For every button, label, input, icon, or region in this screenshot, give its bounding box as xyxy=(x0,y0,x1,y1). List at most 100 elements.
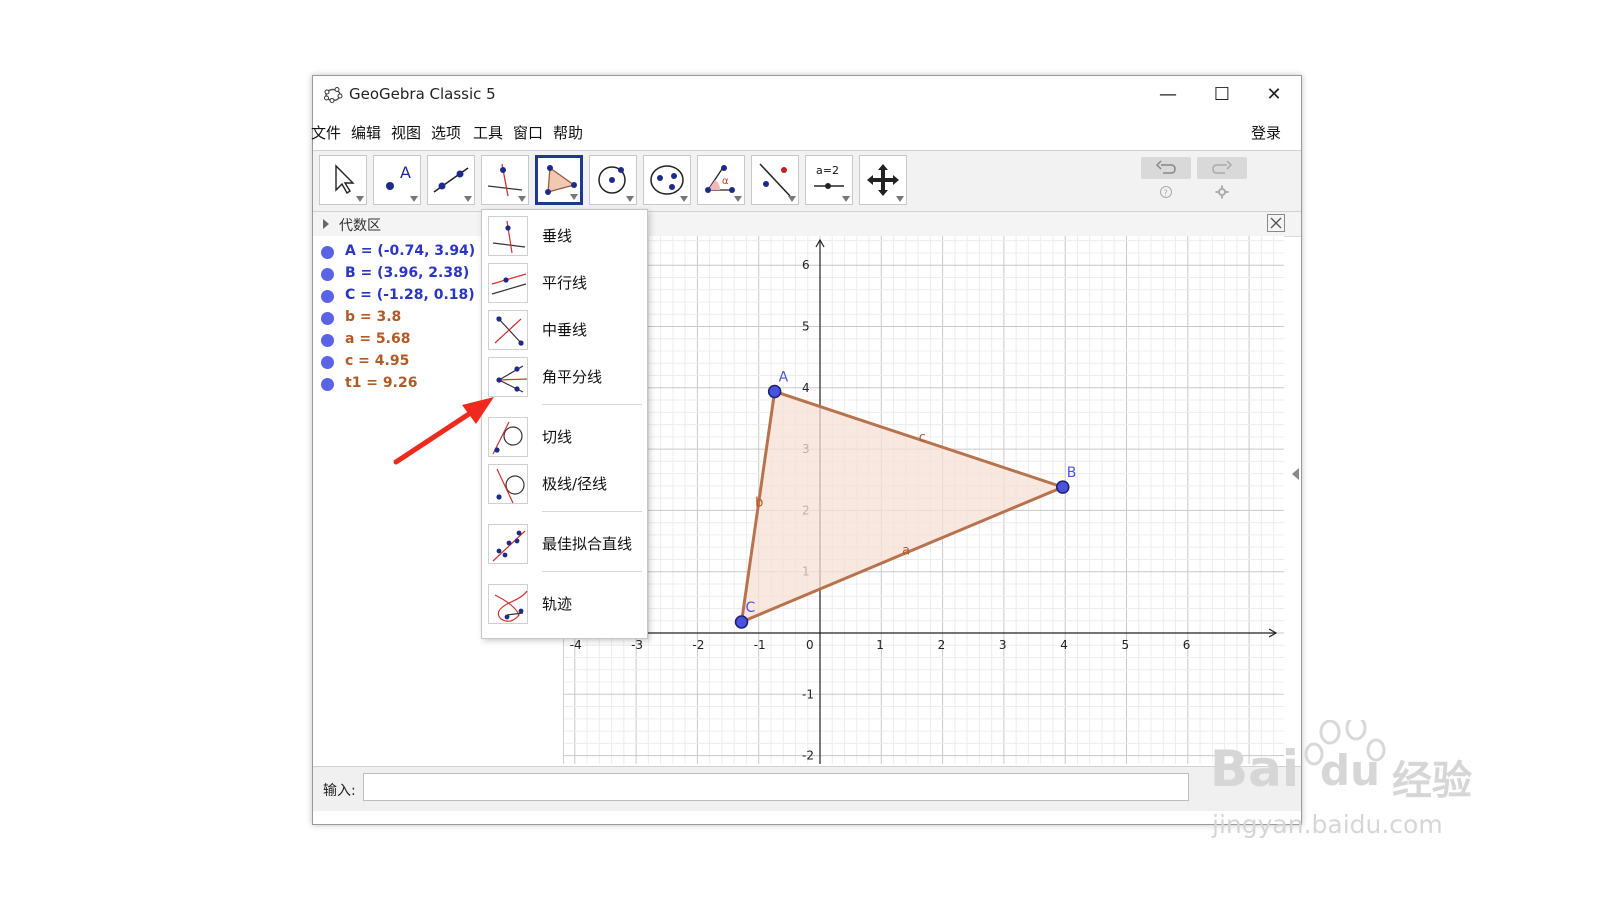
segment-label: a xyxy=(902,544,910,559)
algebra-item-text: t1 = 9.26 xyxy=(345,375,418,391)
dropdown-item[interactable]: 中垂线 xyxy=(482,306,647,352)
x-tick-label: -3 xyxy=(631,638,643,652)
algebra-item-text: A = (-0.74, 3.94) xyxy=(345,243,476,259)
maximize-button[interactable]: ☐ xyxy=(1199,80,1245,110)
tool-move-graphics[interactable] xyxy=(859,155,907,205)
tool-perpendicular[interactable] xyxy=(481,155,529,205)
x-tick-label: -2 xyxy=(692,638,704,652)
dropdown-item[interactable]: 角平分线 xyxy=(482,353,647,399)
visibility-toggle-icon[interactable] xyxy=(321,312,334,325)
dropdown-item-label: 切线 xyxy=(542,428,573,446)
svg-text:?: ? xyxy=(1164,189,1168,198)
menu-window[interactable]: 窗口 xyxy=(513,122,543,143)
point-A[interactable] xyxy=(767,384,782,399)
triangle-polygon xyxy=(739,389,1068,625)
title-bar: GeoGebra Classic 5 — ☐ ✕ xyxy=(313,76,1301,114)
visibility-toggle-icon[interactable] xyxy=(321,290,334,303)
toolbar: A α a=2 ? xyxy=(313,150,1301,212)
menu-tools[interactable]: 工具 xyxy=(473,122,503,143)
graphics-canvas[interactable]: -4-3-2-10123456-2-1123456abcABC xyxy=(564,236,1284,764)
x-tick-label: 0 xyxy=(806,638,814,652)
tool-point[interactable]: A xyxy=(373,155,421,205)
segment-label: b xyxy=(755,496,763,511)
angle-bisector-icon xyxy=(488,357,528,397)
help-icon[interactable]: ? xyxy=(1159,185,1173,199)
dropdown-item-label: 最佳拟合直线 xyxy=(542,535,633,553)
visibility-toggle-icon[interactable] xyxy=(321,334,334,347)
tool-polygon[interactable] xyxy=(535,155,583,205)
gear-icon[interactable] xyxy=(1215,185,1229,199)
algebra-item-text: B = (3.96, 2.38) xyxy=(345,265,470,281)
y-tick-label: 6 xyxy=(802,258,810,272)
redo-button[interactable] xyxy=(1197,157,1247,179)
dropdown-item[interactable]: 轨迹 xyxy=(482,580,647,626)
x-tick-label: 5 xyxy=(1122,638,1130,652)
y-tick-label: 5 xyxy=(802,320,810,334)
input-label: 输入: xyxy=(323,783,356,799)
close-button[interactable]: ✕ xyxy=(1251,80,1297,110)
menu-view[interactable]: 视图 xyxy=(391,122,421,143)
tool-reflect[interactable] xyxy=(751,155,799,205)
close-icon xyxy=(1270,217,1282,229)
polar-line-icon xyxy=(488,464,528,504)
undo-button[interactable] xyxy=(1141,157,1191,179)
algebra-view-header: 代数区 xyxy=(313,212,1301,237)
tool-line[interactable] xyxy=(427,155,475,205)
line-tools-dropdown: 垂线平行线 中垂线角平分线切线极线/径线最佳拟合直线 轨迹 xyxy=(481,209,648,639)
menu-help[interactable]: 帮助 xyxy=(553,122,583,143)
input-field[interactable] xyxy=(363,773,1189,801)
tool-move[interactable] xyxy=(319,155,367,205)
menu-edit[interactable]: 编辑 xyxy=(351,122,381,143)
tool-slider[interactable]: a=2 xyxy=(805,155,853,205)
minimize-button[interactable]: — xyxy=(1145,80,1191,110)
side-panel-toggle-icon[interactable] xyxy=(1292,468,1299,480)
dropdown-separator xyxy=(542,404,642,405)
point-B[interactable] xyxy=(1055,480,1070,494)
tool-circle[interactable] xyxy=(589,155,637,205)
dropdown-item-label: 轨迹 xyxy=(542,595,573,613)
dropdown-item[interactable]: 最佳拟合直线 xyxy=(482,520,647,566)
close-view-button[interactable] xyxy=(1267,214,1285,232)
tool-ellipse[interactable] xyxy=(643,155,691,205)
locus-icon xyxy=(488,584,528,624)
login-link[interactable]: 登录 xyxy=(1251,122,1281,143)
input-bar: 输入: xyxy=(313,766,1301,811)
y-tick-label: -2 xyxy=(802,749,814,763)
best-fit-line-icon xyxy=(488,524,528,564)
dropdown-item-label: 角平分线 xyxy=(542,368,603,386)
window-title: GeoGebra Classic 5 xyxy=(349,85,496,103)
tangent-icon xyxy=(488,417,528,457)
dropdown-item-label: 垂线 xyxy=(542,227,573,245)
algebra-item-text: c = 4.95 xyxy=(345,353,410,369)
dropdown-item[interactable]: 切线 xyxy=(482,413,647,459)
visibility-toggle-icon[interactable] xyxy=(321,356,334,369)
svg-text:A: A xyxy=(400,163,411,182)
menu-bar: 文件 编辑 视图 选项 工具 窗口 帮助 登录 xyxy=(311,116,1301,146)
watermark-url: jingyan.baidu.com xyxy=(1212,810,1443,839)
x-tick-label: 1 xyxy=(876,638,884,652)
algebra-item-text: a = 5.68 xyxy=(345,331,411,347)
segment-label: c xyxy=(919,430,926,445)
visibility-toggle-icon[interactable] xyxy=(321,378,334,391)
parallel-line-icon xyxy=(488,263,528,303)
visibility-toggle-icon[interactable] xyxy=(321,268,334,281)
svg-text:α: α xyxy=(722,176,729,187)
algebra-view-title: 代数区 xyxy=(339,218,381,234)
dropdown-item[interactable]: 垂线 xyxy=(482,212,647,258)
geogebra-window: GeoGebra Classic 5 — ☐ ✕ 文件 编辑 视图 选项 工具 … xyxy=(311,75,1302,825)
visibility-toggle-icon[interactable] xyxy=(321,246,334,259)
point-label: B xyxy=(1067,465,1077,481)
dropdown-item[interactable]: 平行线 xyxy=(482,259,647,305)
dropdown-separator xyxy=(542,571,642,572)
graphics-view[interactable]: -4-3-2-10123456-2-1123456abcABC xyxy=(564,236,1284,764)
menu-file[interactable]: 文件 xyxy=(311,122,341,143)
dropdown-item[interactable]: 极线/径线 xyxy=(482,460,647,506)
baidu-watermark: Bai du 经验 jingyan.baidu.com xyxy=(1210,720,1510,870)
perpendicular-line-icon xyxy=(488,216,528,256)
x-tick-label: 6 xyxy=(1183,638,1191,652)
tool-angle[interactable]: α xyxy=(697,155,745,205)
point-C[interactable] xyxy=(734,615,749,629)
expand-arrow-icon[interactable] xyxy=(323,219,329,229)
x-tick-label: 2 xyxy=(938,638,946,652)
menu-options[interactable]: 选项 xyxy=(431,122,461,143)
